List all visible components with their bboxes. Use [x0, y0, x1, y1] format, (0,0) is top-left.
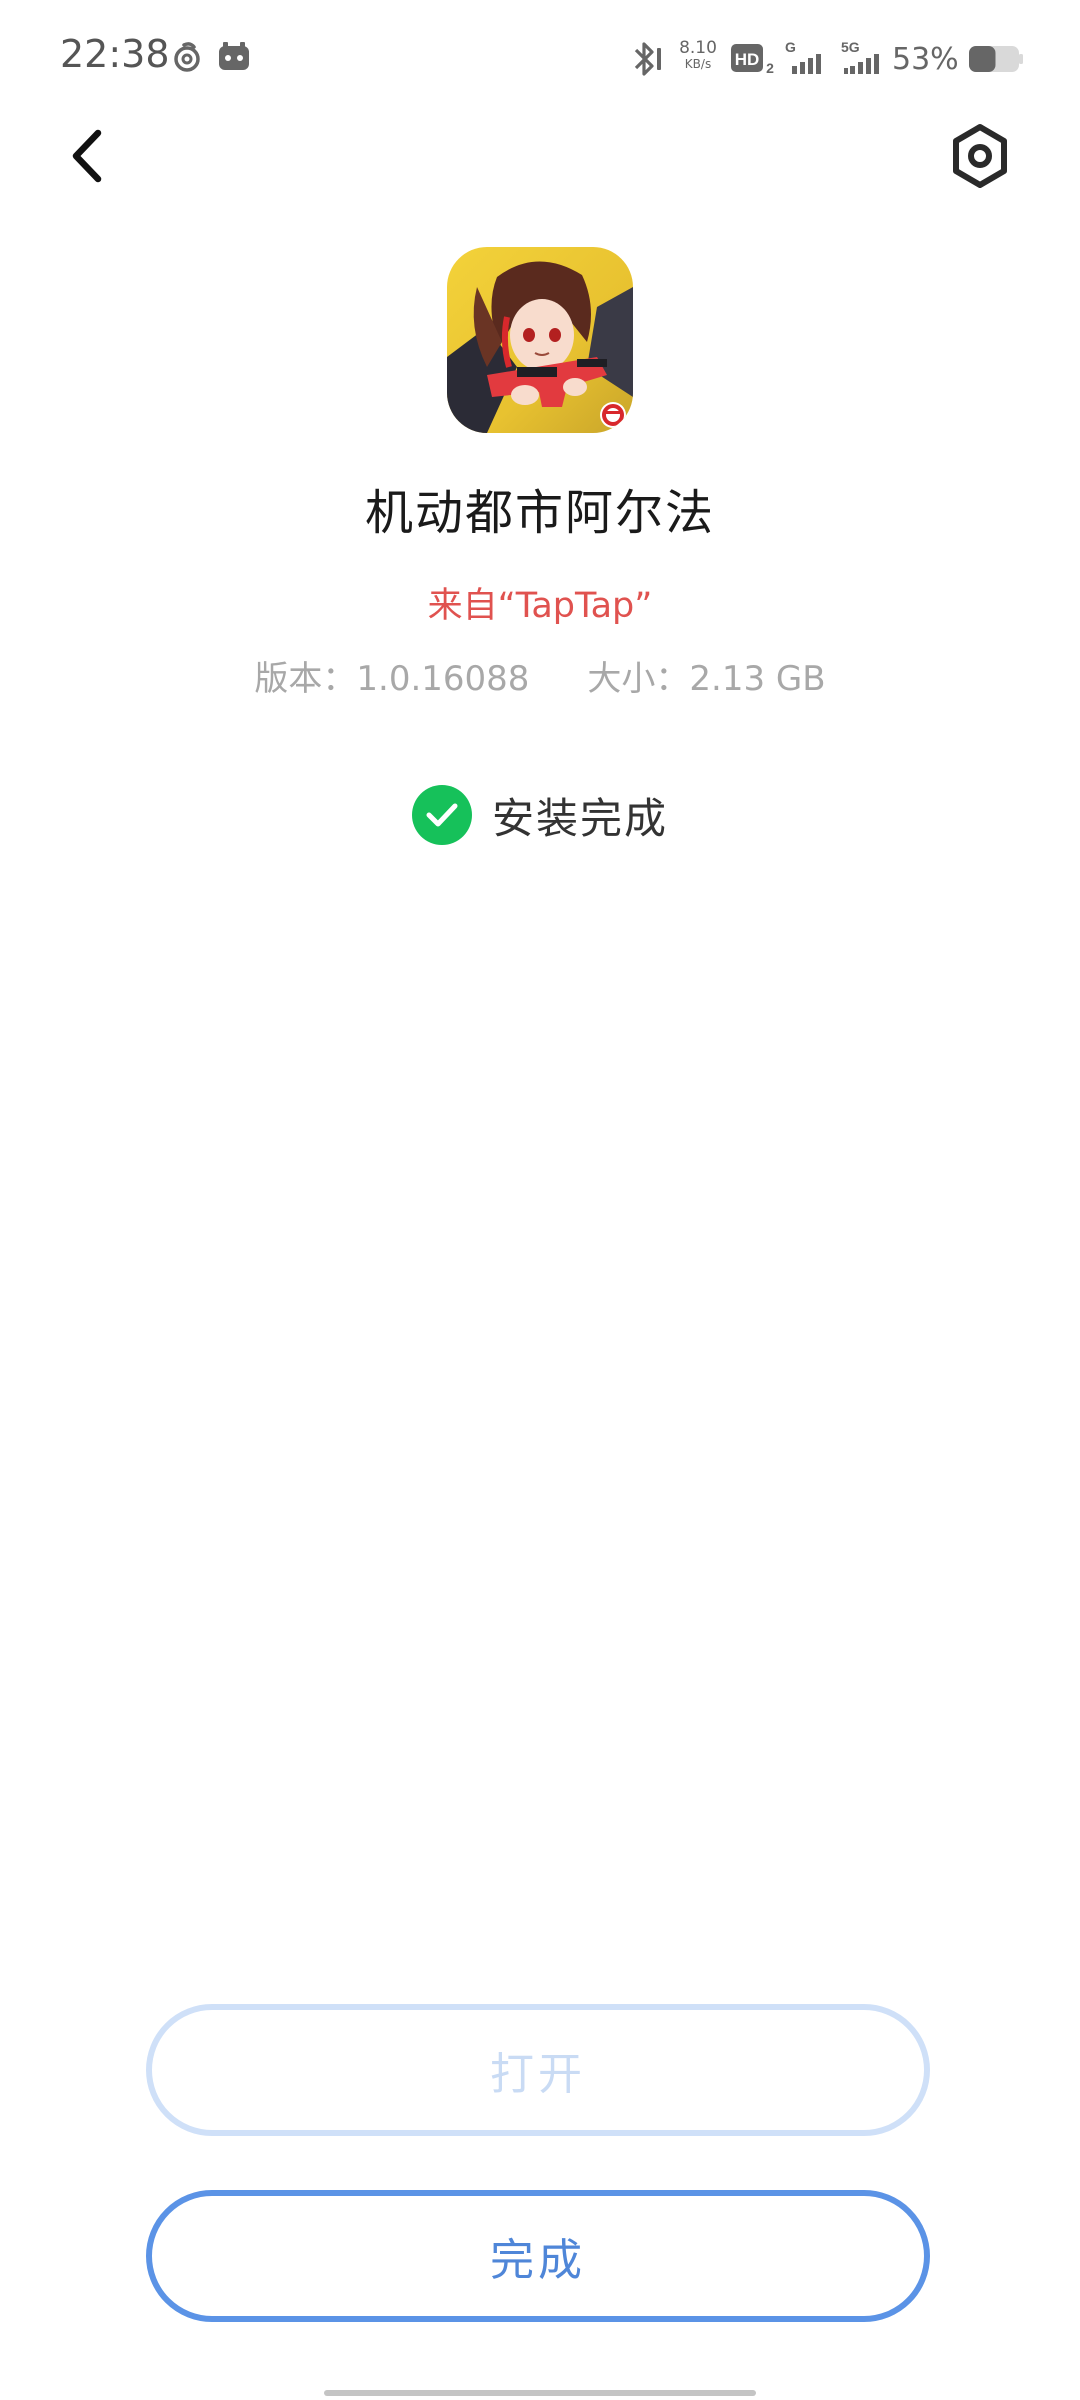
hexagon-settings-icon: [953, 124, 1007, 188]
signal-icon: G: [784, 38, 828, 80]
app-name: 机动都市阿尔法: [364, 485, 715, 541]
home-indicator[interactable]: [324, 2390, 756, 2396]
hd-sub-label: 2: [766, 60, 774, 76]
install-status-text: 安装完成: [491, 793, 668, 843]
back-button[interactable]: [56, 124, 120, 188]
signal-type-label: G: [785, 39, 796, 55]
signal-5g-icon: 5G: [840, 38, 886, 80]
hd-label: HD: [735, 50, 760, 69]
network-speed-value: 8.10: [679, 38, 717, 58]
signal-5g-label: 5G: [841, 39, 860, 55]
install-status: 安装完成: [0, 785, 1080, 845]
install-complete-screen: 22:38 8.10 KB/s HD 2 G 5G 53% 机动都市阿尔法 来自…: [0, 0, 1080, 2400]
battery-percent: 53%: [892, 42, 959, 77]
netease-cloud-music-icon: [170, 40, 204, 78]
battery-icon: [968, 44, 1024, 78]
app-version: 版本：1.0.16088: [254, 659, 530, 699]
done-button[interactable]: 完成: [146, 2190, 930, 2322]
network-speed: 8.10 KB/s: [676, 40, 720, 72]
status-time: 22:38: [60, 32, 170, 76]
settings-button[interactable]: [946, 122, 1014, 190]
bluetooth-icon: [630, 40, 664, 82]
app-source: 来自“TapTap”: [427, 586, 653, 626]
app-icon: [447, 247, 633, 433]
network-speed-unit: KB/s: [684, 57, 712, 71]
hd-voice-icon: HD 2: [730, 42, 776, 80]
status-bar: 22:38 8.10 KB/s HD 2 G 5G 53%: [0, 0, 1080, 120]
open-button[interactable]: 打开: [146, 2004, 930, 2136]
app-size: 大小：2.13 GB: [587, 659, 826, 699]
chevron-left-icon: [72, 129, 102, 183]
game-controller-icon: [216, 40, 252, 78]
app-meta: 版本：1.0.16088 大小：2.13 GB: [0, 651, 1080, 700]
check-circle-icon: [411, 785, 472, 845]
